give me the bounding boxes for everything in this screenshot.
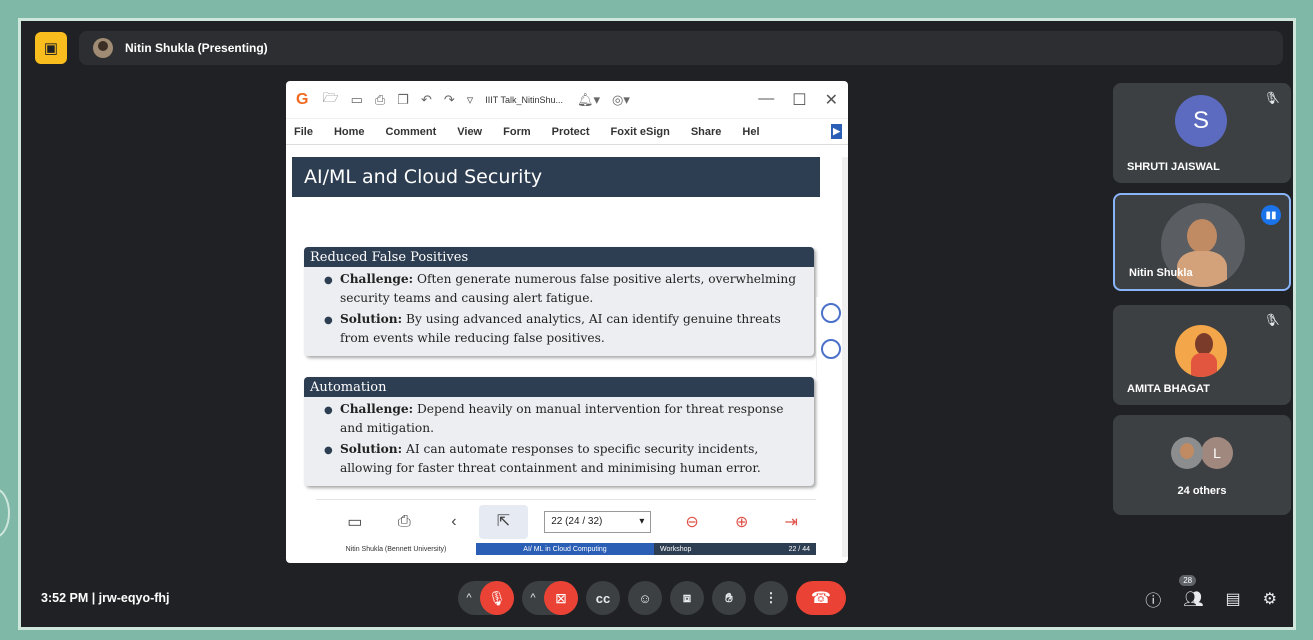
previous-page-icon[interactable]: ‹	[429, 513, 479, 531]
menu-foxit-esign[interactable]: Foxit eSign	[611, 126, 670, 138]
open-icon[interactable]: 🗁	[322, 89, 338, 111]
menu-view[interactable]: View	[457, 126, 482, 138]
raise-hand-button[interactable]: ✋︎	[712, 581, 746, 615]
top-bar: ▣ Nitin Shukla (Presenting)	[35, 31, 1283, 65]
exit-icon[interactable]: ⇥	[766, 512, 816, 532]
avatar	[1171, 437, 1203, 469]
save-icon[interactable]: ▭	[330, 512, 380, 532]
vertical-scrollbar[interactable]	[842, 157, 848, 557]
slide-footer: Nitin Shukla (Bennett University) AI/ ML…	[316, 543, 816, 555]
print-icon[interactable]: ⎙	[375, 92, 385, 108]
camera-control: ^ ⊠	[522, 581, 578, 615]
captions-button[interactable]: cc	[586, 581, 620, 615]
tile-amita-bhagat[interactable]: 🎙︎⃥ AMITA BHAGAT	[1113, 305, 1291, 405]
chevron-down-icon: ▾	[639, 516, 645, 527]
page-value: 22 (24 / 32)	[551, 516, 603, 527]
ai-assistant-icon[interactable]	[820, 303, 841, 323]
info-icon[interactable]: ⓘ	[1145, 587, 1161, 611]
menu-help[interactable]: Hel	[742, 126, 759, 138]
side-tools	[816, 297, 844, 377]
call-controls: ^ 🎙︎ ^ ⊠ cc ☺ ⧈ ✋︎ ⋮ ☎	[458, 581, 846, 615]
mic-control: ^ 🎙︎	[458, 581, 514, 615]
camera-off-button[interactable]: ⊠	[544, 581, 578, 615]
speaking-indicator-icon: ▮▮	[1261, 205, 1281, 225]
chat-icon[interactable]: ▤	[1226, 589, 1241, 609]
present-button[interactable]: ⧈	[670, 581, 704, 615]
right-controls: ⓘ 👥︎ 28 ▤ ⚙︎	[1145, 575, 1277, 611]
reader-toolbar: ▭ ⎙ ‹ ⇱ 22 (24 / 32) ▾ ⊖ ⊕ ⇥	[316, 499, 816, 543]
chat-support-icon[interactable]	[820, 339, 841, 359]
zoom-in-icon[interactable]: ⊕	[717, 512, 767, 532]
undo-icon[interactable]: ↶	[421, 92, 432, 108]
avatar: L	[1201, 437, 1233, 469]
maximize-icon[interactable]: ☐	[792, 90, 806, 110]
page-select[interactable]: 22 (24 / 32) ▾	[544, 510, 652, 533]
zoom-out-icon[interactable]: ⊖	[667, 512, 717, 532]
footer-event-page: Workshop 22 / 44	[654, 543, 816, 555]
menu-home[interactable]: Home	[334, 126, 365, 138]
tile-others[interactable]: L 24 others	[1113, 415, 1291, 515]
others-count: 24 others	[1177, 485, 1227, 497]
menu-file[interactable]: File	[294, 126, 313, 138]
print-icon[interactable]: ⎙	[380, 513, 430, 531]
participant-name: Nitin Shukla	[1129, 267, 1193, 279]
footer-author: Nitin Shukla (Bennett University)	[316, 543, 476, 555]
bottom-bar: 3:52 PM | jrw-eqyo-fhj ^ 🎙︎ ^ ⊠ cc ☺ ⧈ ✋…	[21, 575, 1293, 623]
list-item: ● Challenge: Depend heavily on manual in…	[324, 402, 784, 435]
block-heading: Reduced False Positives	[304, 247, 814, 267]
slide-title: AI/ML and Cloud Security	[292, 157, 820, 197]
dropdown-icon[interactable]: ▿	[467, 92, 474, 108]
tile-nitin-shukla[interactable]: ▮▮ Nitin Shukla	[1113, 193, 1291, 291]
avatar	[1175, 325, 1227, 377]
foxit-logo-icon: G	[296, 90, 309, 108]
mic-off-icon: 🎙︎⃥	[1263, 313, 1279, 327]
shared-pdf-window: G 🗁 ▭ ⎙ ❐ ↶ ↷ ▿ IIIT Talk_NitinShu... 🔔︎…	[286, 81, 848, 563]
time-meeting-code: 3:52 PM | jrw-eqyo-fhj	[41, 591, 170, 605]
participant-name: AMITA BHAGAT	[1127, 383, 1210, 395]
emoji-button[interactable]: ☺	[628, 581, 662, 615]
present-stop-icon[interactable]: ▣	[35, 32, 67, 64]
menu-form[interactable]: Form	[503, 126, 531, 138]
minimize-icon[interactable]: —	[758, 90, 774, 110]
people-count-badge: 28	[1179, 575, 1197, 586]
block-automation: Automation ● Challenge: Depend heavily o…	[304, 377, 814, 486]
people-icon[interactable]: 👥︎ 28	[1179, 575, 1204, 609]
pdf-titlebar: G 🗁 ▭ ⎙ ❐ ↶ ↷ ▿ IIIT Talk_NitinShu... 🔔︎…	[286, 81, 848, 119]
chevron-up-icon[interactable]: ^	[522, 592, 544, 604]
slide: AI/ML and Cloud Security Reduced False P…	[292, 157, 820, 555]
chevron-up-icon[interactable]: ^	[458, 592, 480, 604]
mic-off-button[interactable]: 🎙︎	[480, 581, 514, 615]
presenter-avatar	[93, 38, 113, 58]
participant-name: SHRUTI JAISWAL	[1127, 161, 1220, 173]
close-icon[interactable]: ✕	[825, 90, 838, 110]
bell-icon[interactable]: 🔔︎▾	[577, 92, 600, 108]
redo-icon[interactable]: ↷	[444, 92, 455, 108]
leave-call-button[interactable]: ☎	[796, 581, 846, 615]
list-item: ● Solution: AI can automate responses to…	[324, 442, 761, 475]
more-options-button[interactable]: ⋮	[754, 581, 788, 615]
edge-decoration	[0, 488, 10, 538]
presenting-banner: Nitin Shukla (Presenting)	[79, 31, 1283, 65]
meet-window: ▣ Nitin Shukla (Presenting) G 🗁 ▭ ⎙ ❐ ↶ …	[18, 18, 1296, 630]
select-cursor-icon[interactable]: ⇱	[478, 504, 529, 539]
menu-protect[interactable]: Protect	[552, 126, 590, 138]
document-name: IIIT Talk_NitinShu...	[485, 94, 563, 105]
activities-icon[interactable]: ⚙︎	[1263, 589, 1277, 609]
menu-comment[interactable]: Comment	[386, 126, 437, 138]
menu-share[interactable]: Share	[691, 126, 722, 138]
mic-off-icon: 🎙︎⃥	[1263, 91, 1279, 105]
copy-icon[interactable]: ❐	[397, 92, 409, 108]
presenter-label: Nitin Shukla (Presenting)	[125, 41, 268, 55]
list-item: ● Challenge: Often generate numerous fal…	[324, 272, 797, 305]
pdf-menubar: File Home Comment View Form Protect Foxi…	[286, 119, 848, 145]
more-menu-icon[interactable]: ▶	[831, 124, 842, 139]
list-item: ● Solution: By using advanced analytics,…	[324, 312, 781, 345]
account-icon[interactable]: ◎▾	[612, 92, 630, 108]
footer-course: AI/ ML in Cloud Computing	[476, 543, 654, 555]
tile-shruti-jaiswal[interactable]: S 🎙︎⃥ SHRUTI JAISWAL	[1113, 83, 1291, 183]
block-heading: Automation	[304, 377, 814, 397]
save-icon[interactable]: ▭	[351, 92, 363, 108]
avatar: S	[1175, 95, 1227, 147]
block-reduced-false-positives: Reduced False Positives ● Challenge: Oft…	[304, 247, 814, 356]
